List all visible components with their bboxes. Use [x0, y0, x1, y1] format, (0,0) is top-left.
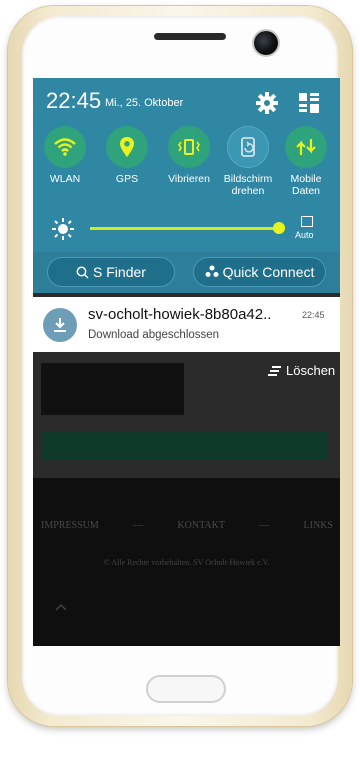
toggle-wlan[interactable]: WLAN: [37, 126, 93, 185]
wifi-icon: [44, 126, 86, 168]
website-green-bar: [41, 431, 328, 459]
toggle-mobile-daten[interactable]: Mobile Daten: [278, 126, 334, 197]
quick-connect-icon: [205, 265, 219, 277]
footer-link-impressum[interactable]: IMPRESSUM: [41, 520, 99, 531]
toggle-label: GPS: [115, 173, 139, 185]
status-row: 22:45 Mi., 25. Oktober: [46, 88, 329, 116]
home-button[interactable]: [146, 675, 226, 703]
toggle-bildschirm-drehen[interactable]: Bildschirm drehen: [220, 126, 276, 197]
s-finder-button[interactable]: S Finder: [47, 257, 175, 287]
brightness-icon: [52, 218, 74, 240]
footer-link-kontakt[interactable]: KONTAKT: [177, 520, 225, 531]
earpiece-speaker: [154, 33, 226, 40]
notification-title: sv-ocholt-howiek-8b80a42..: [88, 306, 272, 323]
auto-brightness-checkbox[interactable]: [301, 216, 313, 227]
s-finder-label: S Finder: [93, 264, 146, 280]
front-camera: [254, 31, 278, 55]
date: Mi., 25. Oktober: [105, 97, 184, 109]
notification-time: 22:45: [302, 310, 325, 320]
search-icon: [76, 266, 89, 279]
website-dark-box: [41, 363, 184, 415]
clock: 22:45: [46, 88, 102, 113]
toggle-vibrieren[interactable]: Vibrieren: [161, 126, 217, 185]
notification-subtitle: Download abgeschlossen: [88, 329, 220, 341]
edit-toggles-icon[interactable]: [297, 91, 321, 115]
brightness-slider[interactable]: [90, 227, 278, 230]
chevron-up-icon[interactable]: [55, 600, 67, 614]
footer-copyright: © Alle Rechte vorbehalten. SV Ocholt-How…: [103, 558, 270, 567]
brightness-slider-handle[interactable]: [273, 222, 285, 234]
footer-link-links[interactable]: LINKS: [304, 520, 333, 531]
quick-connect-button[interactable]: Quick Connect: [193, 257, 326, 287]
download-notification[interactable]: sv-ocholt-howiek-8b80a42.. 22:45 Downloa…: [33, 297, 340, 352]
auto-brightness-label: Auto: [295, 230, 314, 240]
vibrate-icon: [168, 126, 210, 168]
download-icon: [43, 308, 77, 342]
footer-links: IMPRESSUM — KONTAKT — LINKS: [41, 520, 333, 531]
notification-shade: 22:45 Mi., 25. Oktober WLAN GPS Vibriere…: [33, 78, 340, 293]
shade-button-row: S Finder Quick Connect: [33, 252, 340, 293]
quick-connect-label: Quick Connect: [222, 264, 315, 280]
footer-separator: —: [259, 520, 270, 531]
gear-icon[interactable]: [255, 91, 279, 115]
toggle-label: WLAN: [49, 173, 81, 185]
footer-separator: —: [133, 520, 144, 531]
brightness-row: Auto: [33, 216, 340, 248]
toggle-gps[interactable]: GPS: [99, 126, 155, 185]
screen: IMPRESSUM — KONTAKT — LINKS © Alle Recht…: [33, 78, 340, 646]
location-icon: [106, 126, 148, 168]
clear-notifications-button[interactable]: Löschen: [268, 363, 335, 378]
clear-all-icon: [268, 365, 281, 376]
clear-label: Löschen: [286, 363, 336, 378]
mobile-data-icon: [285, 126, 327, 168]
toggle-label: Vibrieren: [168, 173, 210, 185]
toggle-label: Bildschirm drehen: [223, 173, 273, 197]
rotate-icon: [227, 126, 269, 168]
toggle-label: Mobile Daten: [290, 173, 322, 197]
